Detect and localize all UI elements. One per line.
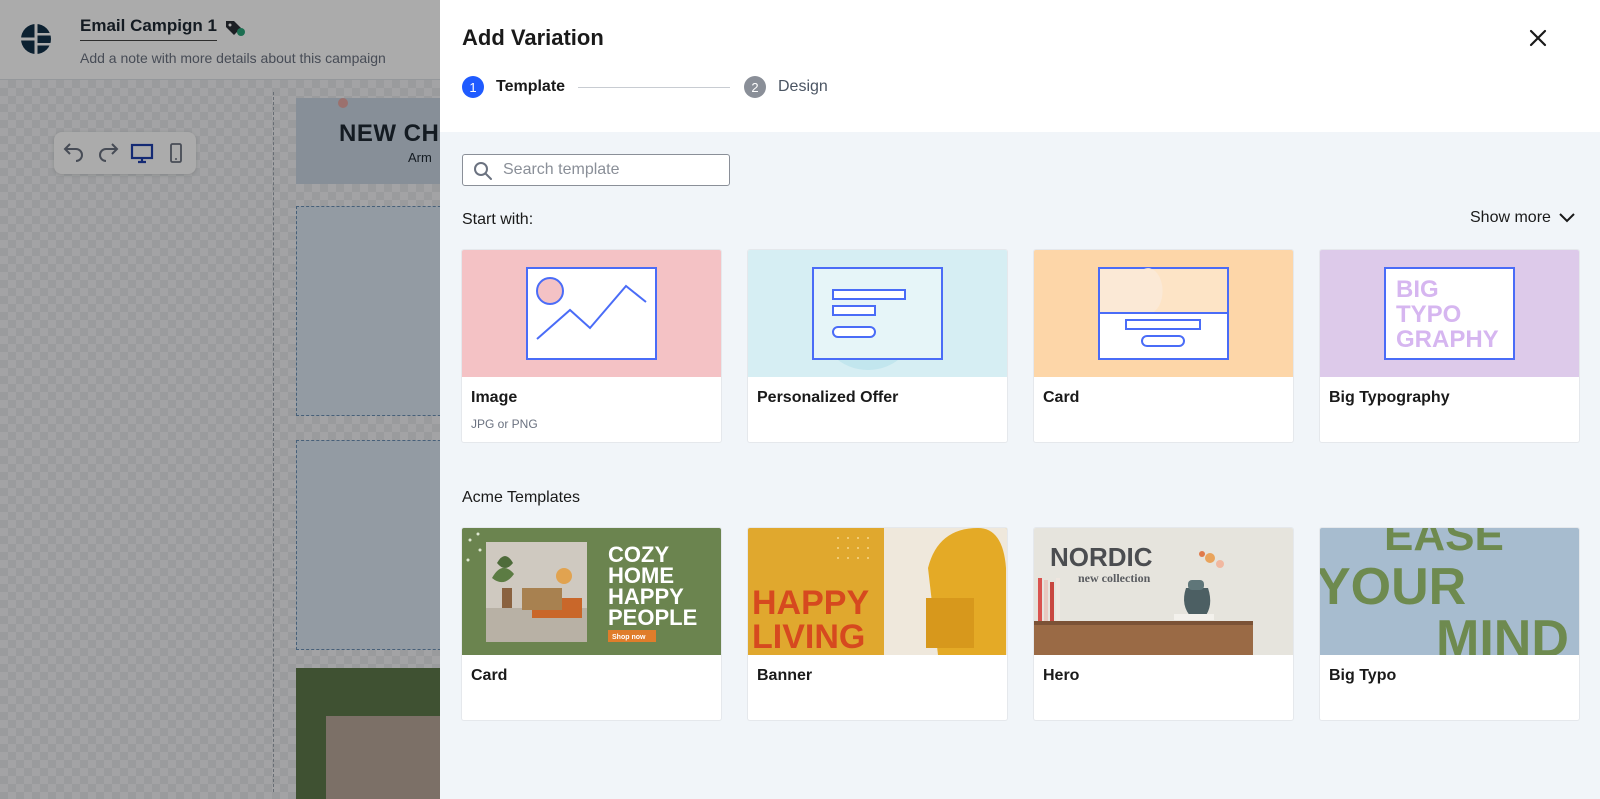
template-thumbnail: NORDIC new collection (1034, 528, 1293, 655)
template-thumbnail: HAPPY LIVING (748, 528, 1007, 655)
template-thumbnail: EASE YOUR MIND (1320, 528, 1579, 655)
template-thumbnail: BIG TYPO GRAPHY (1320, 250, 1579, 377)
close-icon[interactable] (1526, 26, 1550, 50)
search-icon (474, 162, 492, 180)
thumb-button-text: Shop now (612, 634, 646, 641)
thumb-text: LIVING (752, 618, 865, 655)
template-card-image[interactable]: Image JPG or PNG (462, 250, 721, 442)
template-card-big-typography[interactable]: BIG TYPO GRAPHY Big Typography (1320, 250, 1579, 442)
acme-template-big-typo[interactable]: EASE YOUR MIND Big Typo (1320, 528, 1579, 720)
step-number: 1 (462, 76, 484, 98)
drawer-title: Add Variation (462, 25, 604, 50)
thumb-text: EASE (1384, 528, 1504, 560)
thumb-text: new collection (1078, 571, 1151, 585)
typography-layout-icon: BIG TYPO GRAPHY (1384, 267, 1515, 360)
drawer-header: Add Variation 1 Template 2 Design (440, 0, 1600, 132)
thumb-text: MIND (1436, 610, 1569, 655)
thumb-text: GRAPHY (1396, 326, 1499, 353)
image-placeholder-icon (526, 267, 657, 360)
stepper-connector (578, 87, 730, 88)
template-card-title: Personalized Offer (757, 389, 899, 406)
start-with-label: Start with: (462, 211, 534, 228)
card-layout-icon (1098, 267, 1229, 360)
template-card-title: Big Typography (1329, 389, 1450, 406)
show-more-button[interactable]: Show more (1470, 209, 1575, 227)
step-design: 2 Design (744, 76, 828, 98)
cozy-home-thumbnail: COZY HOME HAPPY PEOPLE Shop now (466, 532, 697, 642)
search-input[interactable] (503, 159, 723, 181)
step-number: 2 (744, 76, 766, 98)
template-card-title: Card (471, 667, 508, 684)
template-thumbnail (748, 250, 1007, 377)
thumb-text: BIG (1396, 276, 1439, 303)
acme-template-hero[interactable]: NORDIC new collection Hero (1034, 528, 1293, 720)
template-thumbnail: COZY HOME HAPPY PEOPLE Shop now (462, 528, 721, 655)
template-card-title: Image (471, 389, 518, 406)
template-card-title: Card (1043, 389, 1080, 406)
step-template: 1 Template (462, 76, 565, 98)
step-label: Design (778, 78, 828, 95)
show-more-label: Show more (1470, 209, 1551, 226)
offer-layout-icon (812, 267, 943, 370)
template-card-title: Big Typo (1329, 667, 1397, 684)
happy-living-thumbnail: HAPPY LIVING (752, 528, 1007, 655)
template-card-title: Hero (1043, 667, 1080, 684)
template-card-title: Banner (757, 667, 813, 684)
template-card-personalized-offer[interactable]: Personalized Offer (748, 250, 1007, 442)
thumb-text: YOUR (1320, 558, 1466, 616)
thumb-text: PEOPLE (608, 605, 697, 630)
acme-template-card[interactable]: COZY HOME HAPPY PEOPLE Shop now Card (462, 528, 721, 720)
chevron-down-icon (1559, 213, 1575, 223)
template-thumbnail (1034, 250, 1293, 377)
ease-your-mind-thumbnail: EASE YOUR MIND (1320, 528, 1569, 655)
template-card-subtitle: JPG or PNG (471, 417, 538, 431)
step-label: Template (496, 78, 566, 95)
thumb-text: HAPPY (752, 584, 869, 622)
template-card-card[interactable]: Card (1034, 250, 1293, 442)
thumb-text: NORDIC (1050, 542, 1153, 572)
template-thumbnail (462, 250, 721, 377)
thumb-text: TYPO (1396, 301, 1461, 328)
nordic-thumbnail: NORDIC new collection (1034, 542, 1253, 655)
acme-template-banner[interactable]: HAPPY LIVING Banner (748, 528, 1007, 720)
template-search-box (462, 154, 730, 186)
acme-templates-label: Acme Templates (462, 489, 580, 506)
add-variation-drawer: Add Variation 1 Template 2 Design Start … (440, 0, 1600, 799)
